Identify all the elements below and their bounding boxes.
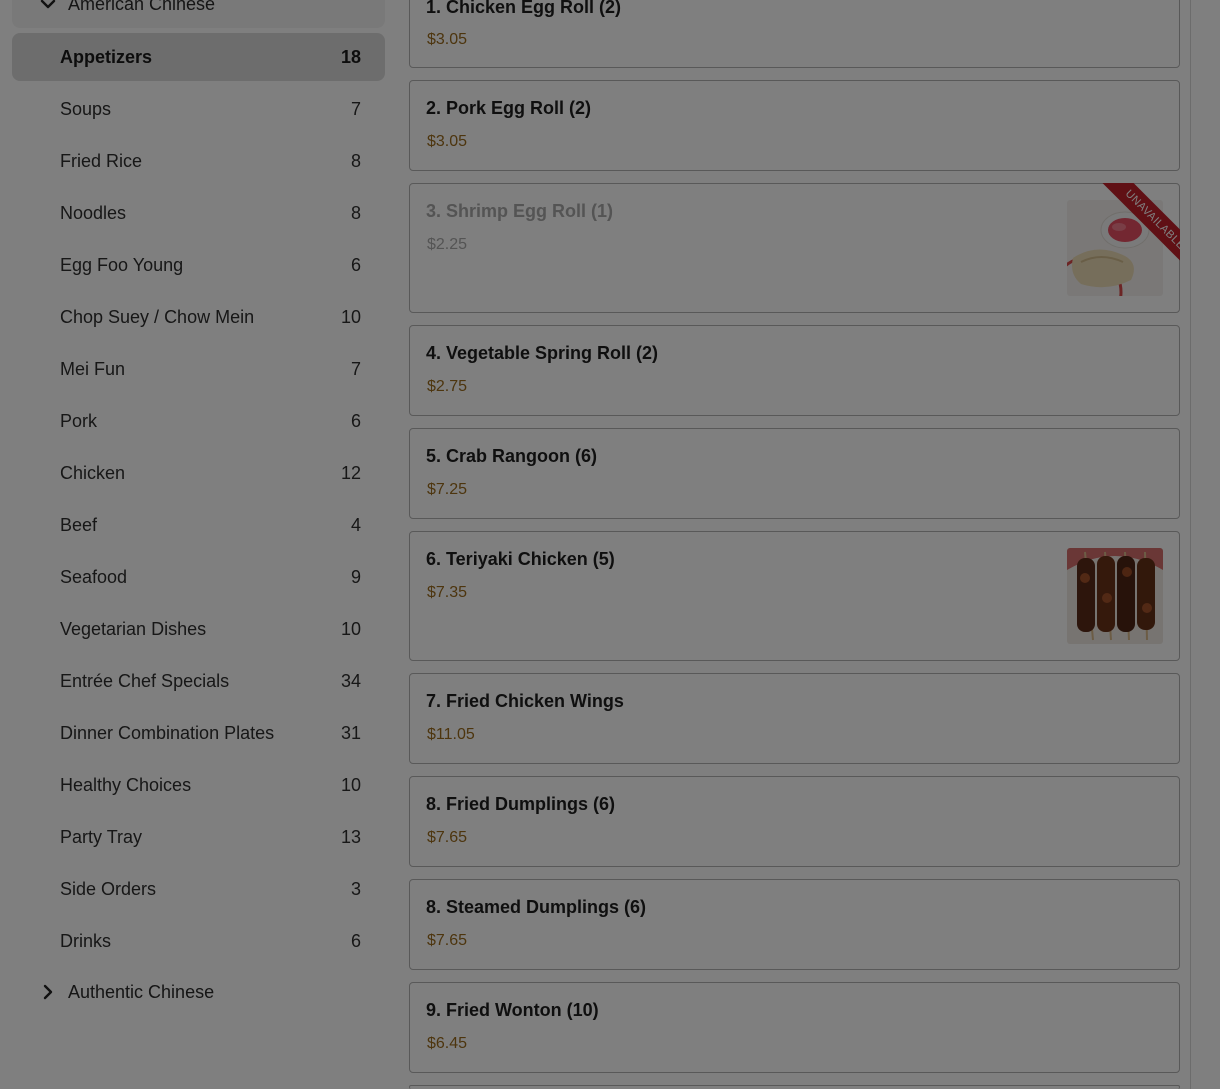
modal-backdrop-overlay[interactable] bbox=[0, 0, 1220, 1089]
